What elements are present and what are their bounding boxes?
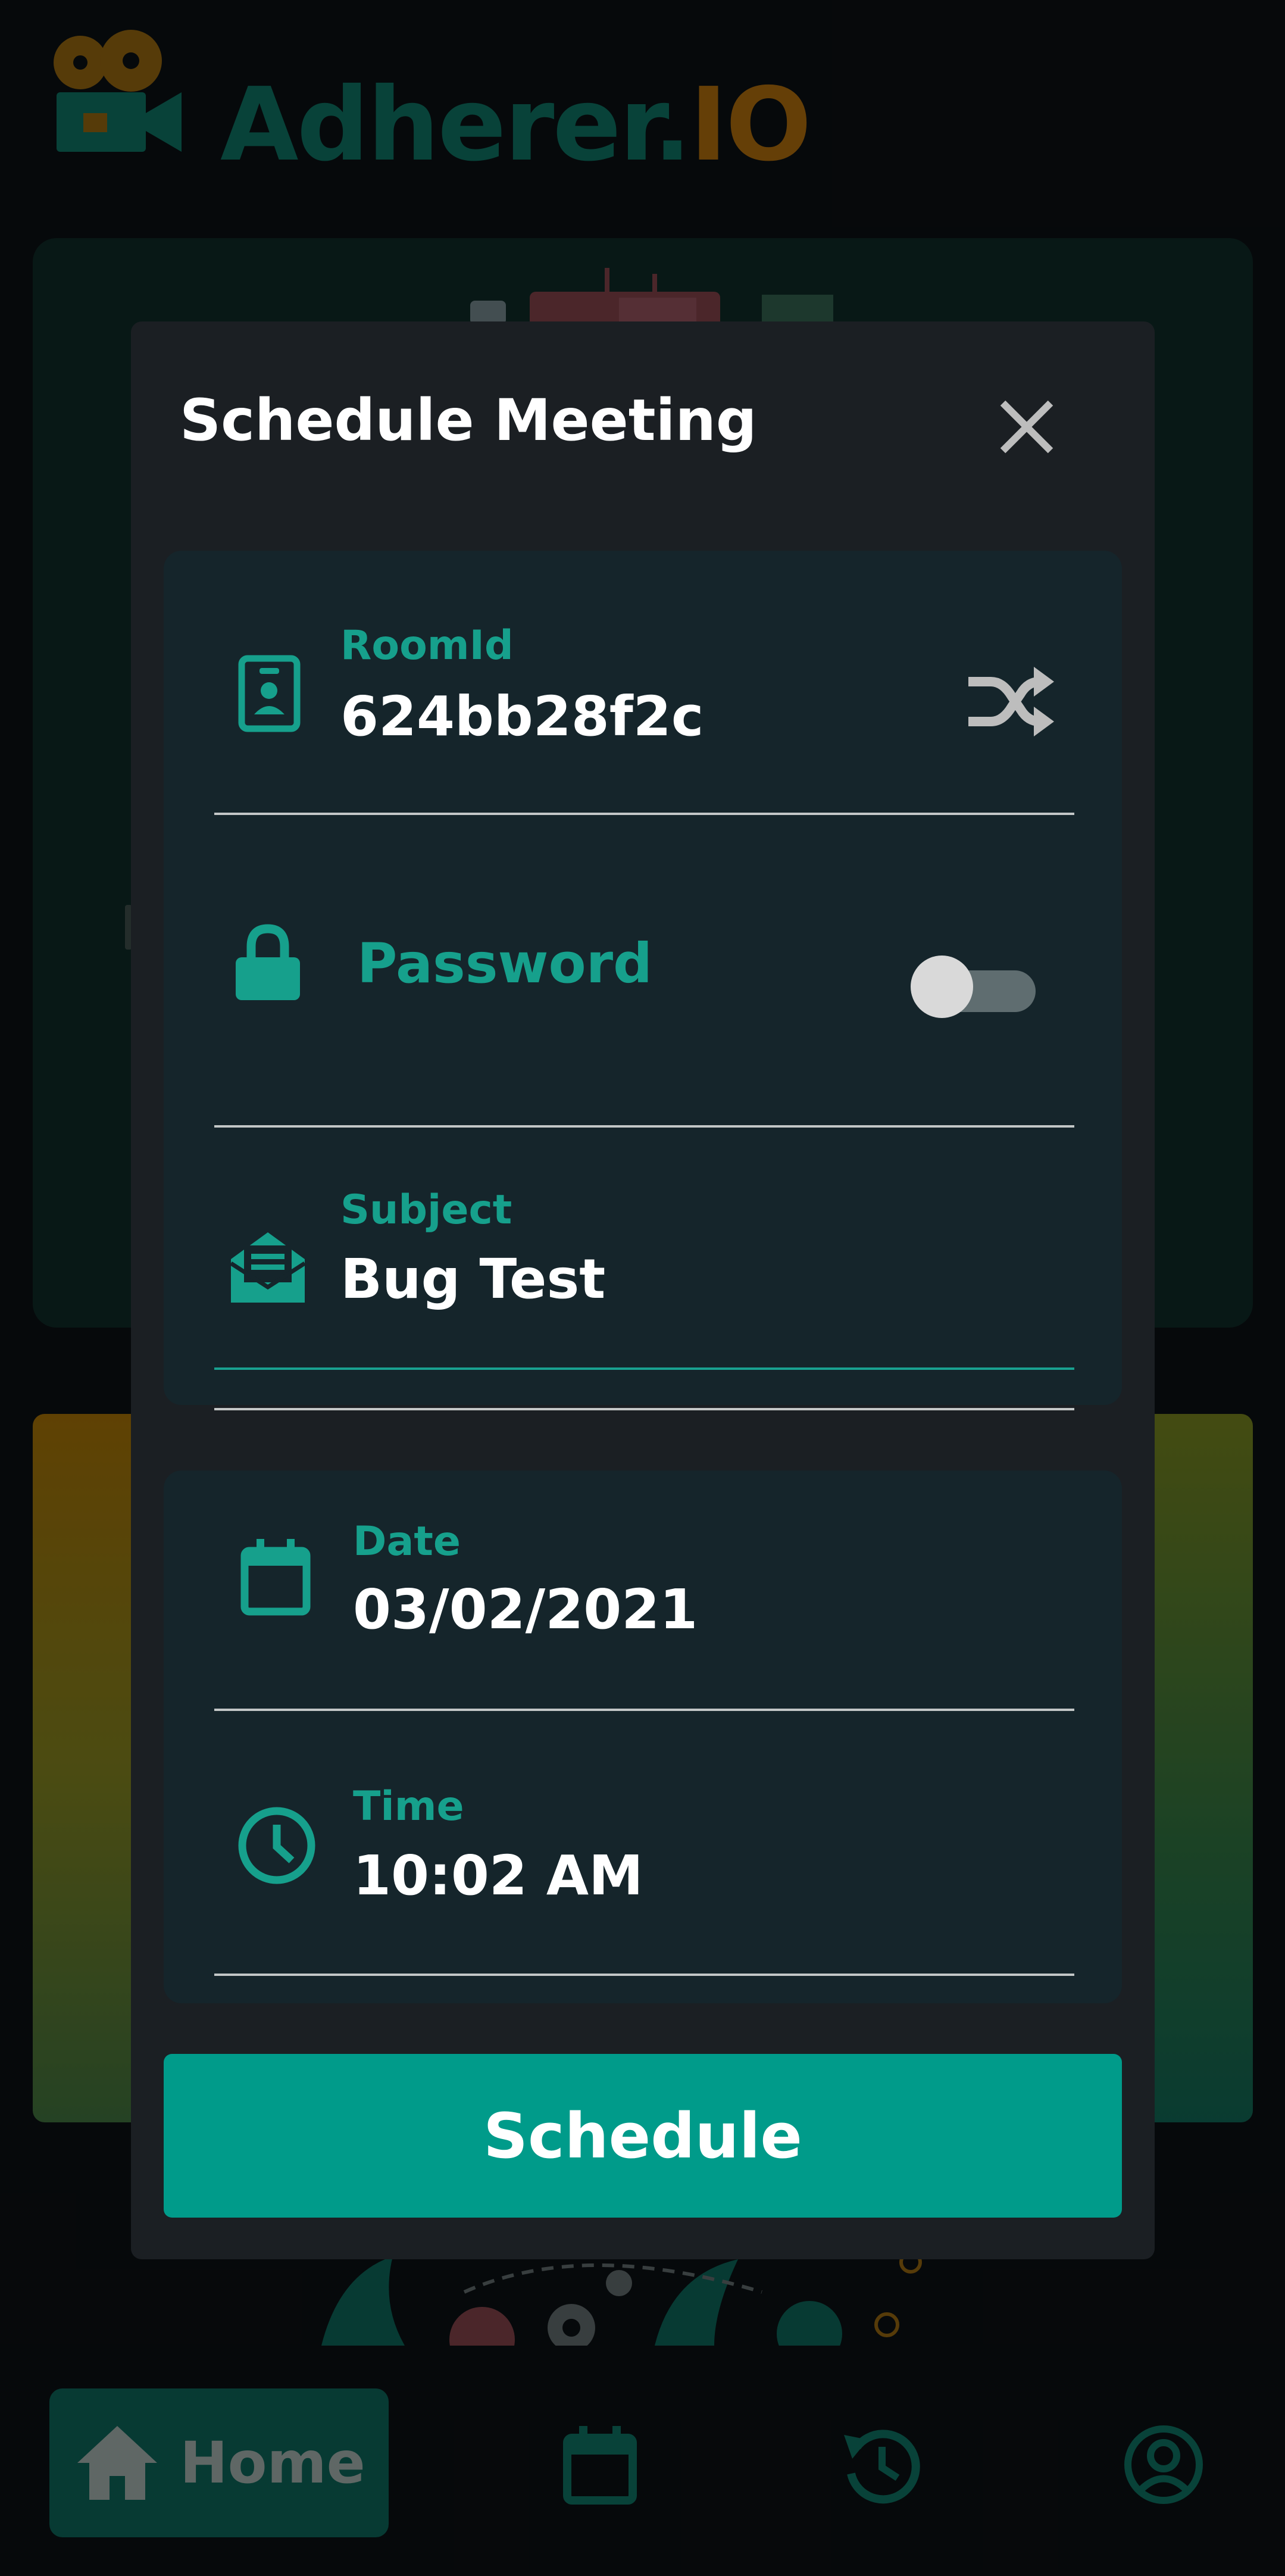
open-envelope-icon (230, 1232, 306, 1303)
time-label: Time (353, 1783, 464, 1830)
password-label: Password (357, 932, 652, 995)
id-badge-icon (238, 655, 301, 732)
schedule-meeting-dialog: Schedule Meeting RoomId 624bb28f2c Passw… (131, 321, 1155, 2259)
subject-value: Bug Test (340, 1247, 606, 1311)
room-id-divider (214, 813, 1074, 815)
calendar-icon (240, 1539, 311, 1616)
password-divider (214, 1408, 1074, 1410)
lock-icon (236, 924, 300, 1000)
shuffle-icon[interactable] (961, 655, 1056, 750)
subject-label: Subject (340, 1186, 512, 1234)
time-underline (214, 1974, 1074, 1976)
date-value: 03/02/2021 (353, 1578, 698, 1641)
date-label: Date (353, 1518, 461, 1565)
schedule-button[interactable]: Schedule (164, 2054, 1122, 2218)
dialog-title: Schedule Meeting (180, 387, 757, 454)
meeting-details-panel: RoomId 624bb28f2c Password Subject Bug T… (164, 551, 1122, 1410)
date-time-panel: Date 03/02/2021 Time 10:02 AM (164, 1470, 1122, 2003)
room-id-value: 624bb28f2c (340, 685, 704, 748)
room-id-underline (214, 1125, 1074, 1128)
password-toggle[interactable] (911, 953, 1039, 1018)
subject-underline (214, 1367, 1074, 1370)
room-id-label: RoomId (340, 622, 514, 669)
close-icon[interactable] (988, 388, 1065, 466)
date-underline (214, 1709, 1074, 1711)
clock-icon (238, 1807, 315, 1884)
toggle-thumb (911, 956, 973, 1018)
time-value: 10:02 AM (353, 1844, 643, 1907)
